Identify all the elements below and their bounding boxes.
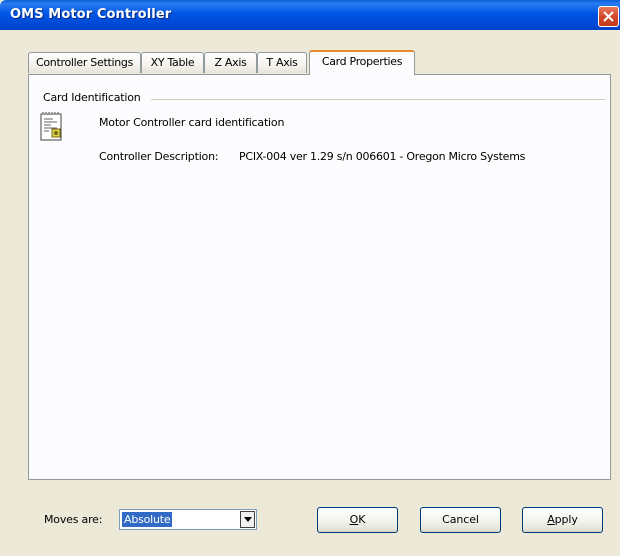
- moves-mode-select[interactable]: Absolute: [119, 509, 257, 530]
- moves-mode-selected-value: Absolute: [120, 511, 174, 528]
- dialog-window: OMS Motor Controller Controller Settings…: [0, 0, 620, 556]
- ok-button-accelerator: O: [349, 513, 359, 526]
- close-button[interactable]: [598, 6, 619, 27]
- ok-button[interactable]: OK: [317, 507, 398, 533]
- group-divider: [151, 99, 606, 100]
- chevron-down-icon: [244, 517, 252, 522]
- apply-button-accelerator: A: [547, 513, 555, 526]
- document-properties-icon: [39, 111, 67, 147]
- card-properties-panel: Card Identification Motor Controller car…: [28, 74, 611, 480]
- group-label-card-identification: Card Identification: [43, 91, 145, 104]
- apply-button-label-rest: pply: [554, 513, 578, 526]
- controller-description-label: Controller Description:: [99, 150, 219, 163]
- cancel-button[interactable]: Cancel: [420, 507, 501, 533]
- tab-xy-table[interactable]: XY Table: [141, 52, 204, 73]
- tab-z-axis[interactable]: Z Axis: [204, 52, 257, 73]
- window-title: OMS Motor Controller: [10, 7, 172, 22]
- tab-card-properties[interactable]: Card Properties: [309, 50, 415, 75]
- apply-button[interactable]: Apply: [522, 507, 603, 533]
- ok-button-label-rest: K: [358, 513, 366, 526]
- tab-t-axis[interactable]: T Axis: [257, 52, 307, 73]
- tab-controller-settings[interactable]: Controller Settings: [28, 52, 141, 73]
- controller-description-value: PCIX-004 ver 1.29 s/n 006601 - Oregon Mi…: [239, 150, 526, 163]
- card-identification-title: Motor Controller card identification: [99, 116, 285, 129]
- close-icon: [603, 11, 614, 22]
- dropdown-button[interactable]: [240, 511, 255, 528]
- moves-are-label: Moves are:: [44, 513, 103, 526]
- title-bar[interactable]: OMS Motor Controller: [0, 0, 620, 30]
